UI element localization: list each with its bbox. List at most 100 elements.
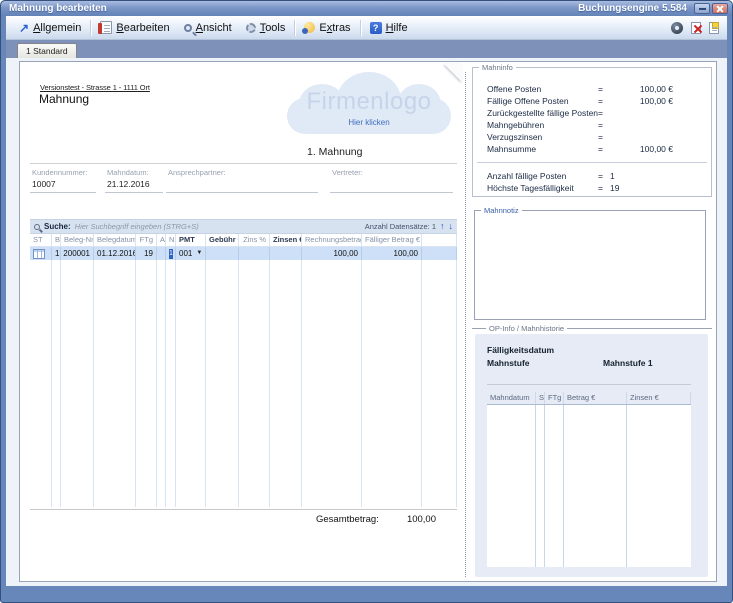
close-button[interactable] — [712, 3, 728, 14]
mahninfo-label: Verzugszinsen — [487, 132, 542, 142]
total-value: 100,00 — [374, 514, 436, 525]
menu-ansicht[interactable]: Ansicht — [177, 20, 239, 36]
row-n-cell[interactable]: 1 — [166, 247, 176, 260]
menu-bearbeiten[interactable]: Bearbeiten — [93, 19, 176, 36]
menu-allgemein[interactable]: ↗ Allgemein — [12, 20, 88, 36]
col-beleg-nr[interactable]: Beleg-Nr. — [61, 234, 94, 246]
mahninfo-value: 100,00 € — [613, 84, 673, 94]
logo-watermark-text: Firmenlogo — [285, 88, 453, 116]
col-zinsen[interactable]: Zinsen € — [270, 234, 302, 246]
search-icon — [34, 224, 40, 230]
row-ftg-cell: 19 — [136, 247, 157, 260]
col-rechnungsbetrag[interactable]: Rechnungsbetrag € — [302, 234, 362, 246]
row-pmt-cell[interactable]: 001 ▼ — [176, 247, 206, 260]
equals-sign: = — [598, 96, 603, 106]
pmt-value: 001 — [179, 247, 192, 260]
divider — [487, 384, 691, 385]
mahndatum-value[interactable]: 21.12.2016 — [107, 179, 150, 189]
mahninfo-row: Offene Posten = 100,00 € — [473, 84, 711, 96]
col-gebuehr[interactable]: Gebühr € — [206, 234, 239, 246]
logo-click-hint[interactable]: Hier klicken — [285, 118, 453, 127]
row-zinsen-cell — [270, 247, 302, 260]
toolbar-separator — [90, 20, 91, 36]
hist-col-betrag: Betrag € — [564, 392, 627, 404]
grid-detail-icon[interactable] — [33, 249, 45, 259]
row-gebuehr-cell — [206, 247, 239, 260]
op-info-legend: OP-Info / Mahnhistorie — [472, 324, 712, 333]
col-st[interactable]: ST — [30, 234, 52, 246]
mahnung-panel: Versionstest - Strasse 1 - 1111 Ort Mahn… — [19, 61, 717, 582]
items-table-body — [30, 260, 457, 507]
legend-line — [567, 328, 712, 329]
divider — [30, 509, 457, 510]
menu-extras-label: Extras — [319, 22, 350, 34]
magnifier-icon — [184, 24, 192, 32]
search-label: Suche: — [44, 222, 71, 231]
window-title: Mahnung bearbeiten — [9, 3, 578, 14]
mahninfo-value: 19 — [610, 183, 619, 193]
reminder-level-title: 1. Mahnung — [307, 146, 362, 158]
app-window: Mahnung bearbeiten Buchungsengine 5.584 … — [0, 0, 733, 603]
mahnnotiz-textarea[interactable] — [475, 211, 705, 319]
table-row[interactable]: 1 200001 01.12.2016 19 1 001 ▼ 100,00 100… — [30, 247, 457, 260]
sort-down-icon[interactable]: ↓ — [449, 222, 454, 231]
mahninfo-row: Mahnsumme = 100,00 € — [473, 144, 711, 156]
history-table-body — [487, 405, 691, 567]
mahninfo-label: Fällige Offene Posten — [487, 96, 569, 106]
row-beleg-nr-cell: 200001 — [61, 247, 94, 260]
col-b[interactable]: B — [52, 234, 61, 246]
equals-sign: = — [598, 108, 603, 118]
equals-sign: = — [598, 144, 603, 154]
record-count: Anzahl Datensätze: 1 — [365, 222, 436, 231]
menu-tools[interactable]: Tools — [239, 20, 293, 36]
minimize-button[interactable] — [694, 3, 710, 14]
row-b-cell: 1 — [52, 247, 61, 260]
mahninfo-title: Mahninfo — [479, 63, 516, 72]
row-st-cell[interactable] — [30, 247, 52, 260]
mahninfo-row: Mahngebühren = — [473, 120, 711, 132]
kundennummer-value[interactable]: 10007 — [32, 179, 56, 189]
delete-document-icon[interactable] — [691, 22, 701, 34]
mahninfo-label: Zurückgestellte fällige Posten — [487, 108, 598, 118]
equals-sign: = — [598, 183, 603, 193]
tab-standard[interactable]: 1 Standard — [17, 43, 77, 58]
equals-sign: = — [598, 132, 603, 142]
note-document-icon[interactable] — [709, 22, 719, 34]
mahninfo-value: 1 — [610, 171, 615, 181]
menu-extras[interactable]: Extras — [297, 20, 357, 36]
row-belegdatum-cell: 01.12.2016 — [94, 247, 136, 260]
col-belegdatum[interactable]: Belegdatum — [94, 234, 136, 246]
col-faelliger-betrag[interactable]: Fälliger Betrag € — [362, 234, 422, 246]
menu-hilfe[interactable]: ? Hilfe — [363, 20, 415, 36]
col-ftg[interactable]: FTg — [136, 234, 157, 246]
hist-col-mahndatum: Mahndatum — [487, 392, 536, 404]
vertreter-label: Vertreter: — [332, 168, 363, 177]
divider — [30, 163, 457, 164]
history-table-header: Mahndatum S FTg Betrag € Zinsen € — [487, 392, 691, 405]
menu-ansicht-label: Ansicht — [196, 22, 232, 34]
mahninfo-value: 100,00 € — [613, 144, 673, 154]
row-faelliger-betrag-cell: 100,00 — [362, 247, 422, 260]
row-rechnungsbetrag-cell: 100,00 — [302, 247, 362, 260]
mahninfo-label: Anzahl fällige Posten — [487, 171, 566, 181]
dropdown-caret-icon[interactable]: ▼ — [196, 247, 202, 260]
equals-sign: = — [598, 171, 603, 181]
sort-up-icon[interactable]: ↑ — [440, 222, 445, 231]
mahninfo-label: Mahngebühren — [487, 120, 544, 130]
toolbar-separator — [360, 20, 361, 36]
help-icon: ? — [370, 22, 382, 34]
sender-address-link[interactable]: Versionstest - Strasse 1 - 1111 Ort — [40, 83, 150, 92]
divider — [477, 162, 707, 163]
col-pmt[interactable]: PMT — [176, 234, 206, 246]
search-input[interactable]: Hier Suchbegriff eingeben (STRG+S) — [75, 222, 361, 231]
document-title: Mahnung — [39, 92, 89, 106]
equals-sign: = — [598, 120, 603, 130]
company-logo-placeholder[interactable]: Firmenlogo Hier klicken — [285, 72, 453, 140]
col-zins-pct[interactable]: Zins % — [239, 234, 270, 246]
col-a[interactable]: A — [157, 234, 166, 246]
col-n[interactable]: N — [166, 234, 176, 246]
n-flag-checkbox[interactable]: 1 — [169, 249, 173, 259]
field-underline — [166, 192, 318, 193]
op-info-panel: Fälligkeitsdatum Mahnstufe Mahnstufe 1 M… — [475, 334, 708, 577]
record-icon[interactable] — [671, 22, 683, 34]
